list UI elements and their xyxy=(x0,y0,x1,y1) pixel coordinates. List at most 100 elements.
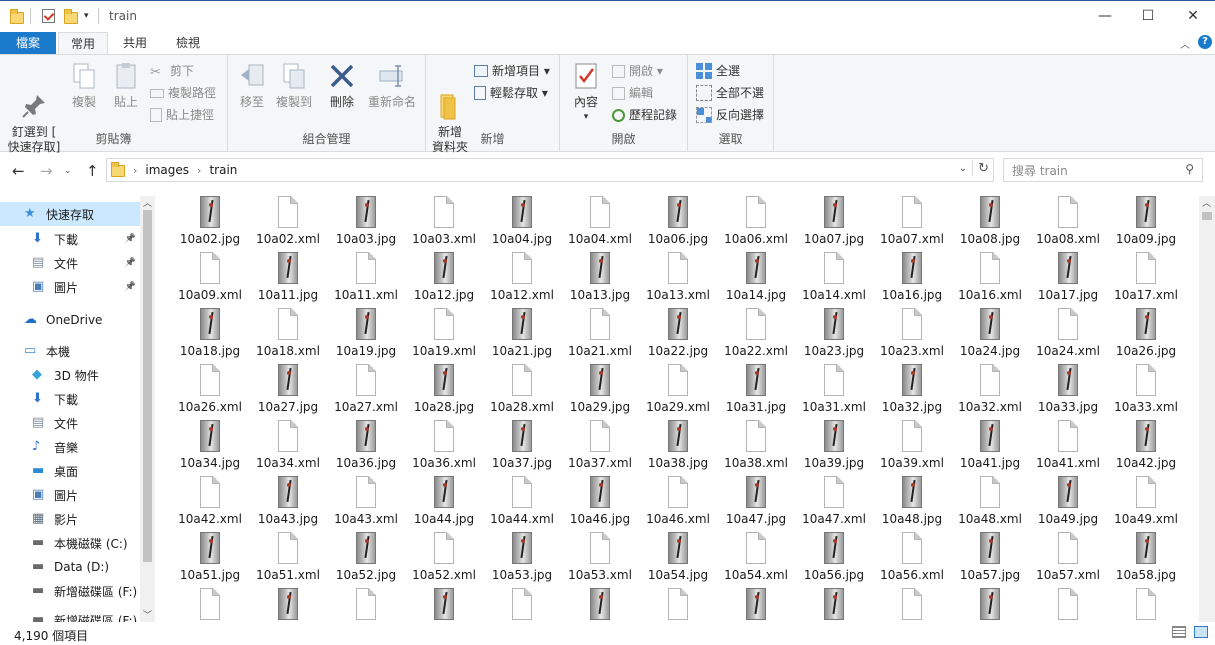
help-icon[interactable]: ? xyxy=(1198,35,1212,49)
file-item[interactable]: 10a04.jpg xyxy=(484,196,560,252)
file-item[interactable]: 10a39.jpg xyxy=(796,420,872,476)
file-scroll-thumb[interactable] xyxy=(1202,212,1212,220)
file-item[interactable]: 10a47.jpg xyxy=(718,476,794,532)
copy-to-button[interactable]: 複製到 xyxy=(274,61,314,110)
file-item[interactable] xyxy=(172,588,248,622)
file-item[interactable]: 10a26.xml xyxy=(172,364,248,420)
file-item[interactable]: 10a18.xml xyxy=(250,308,326,364)
file-item[interactable] xyxy=(952,588,1028,622)
file-item[interactable]: 10a03.xml xyxy=(406,196,482,252)
file-item[interactable]: 10a12.jpg xyxy=(406,252,482,308)
file-scrollbar[interactable]: ︿ xyxy=(1199,196,1215,622)
history-button[interactable]: 歷程記錄 xyxy=(612,105,677,125)
breadcrumb-train[interactable]: train xyxy=(209,163,237,177)
up-arrow-icon[interactable]: ↑ xyxy=(86,162,99,180)
file-item[interactable]: 10a13.jpg xyxy=(562,252,638,308)
file-item[interactable] xyxy=(406,588,482,622)
file-item[interactable]: 10a41.xml xyxy=(1030,420,1106,476)
sidebar-item[interactable]: ⬇ 下載 📌 xyxy=(0,227,140,251)
move-to-button[interactable]: 移至 xyxy=(234,61,270,110)
sidebar-item[interactable]: ▬ 本機磁碟 (C:) xyxy=(0,531,140,555)
paste-shortcut-button[interactable]: 貼上捷徑 xyxy=(150,105,214,125)
file-item[interactable]: 10a39.xml xyxy=(874,420,950,476)
copy-path-button[interactable]: 複製路徑 xyxy=(150,83,216,103)
sidebar-item[interactable]: ▬ 桌面 xyxy=(0,459,140,483)
sidebar-item[interactable]: ▣ 圖片 📌 xyxy=(0,275,140,299)
file-item[interactable]: 10a06.jpg xyxy=(640,196,716,252)
file-item[interactable]: 10a29.jpg xyxy=(562,364,638,420)
sidebar-item[interactable]: ▤ 文件 📌 xyxy=(0,251,140,275)
sidebar-item[interactable]: ▭ 本機 xyxy=(0,339,140,363)
file-item[interactable]: 10a26.jpg xyxy=(1108,308,1184,364)
file-item[interactable] xyxy=(874,588,950,622)
paste-button[interactable]: 貼上 xyxy=(106,61,146,110)
sidebar-item[interactable]: ★ 快速存取 xyxy=(0,202,140,226)
breadcrumb-images[interactable]: images xyxy=(145,163,189,177)
file-item[interactable]: 10a37.jpg xyxy=(484,420,560,476)
file-item[interactable]: 10a56.xml xyxy=(874,532,950,588)
file-item[interactable] xyxy=(718,588,794,622)
file-item[interactable]: 10a13.xml xyxy=(640,252,716,308)
file-item[interactable]: 10a31.xml xyxy=(796,364,872,420)
file-item[interactable]: 10a09.xml xyxy=(172,252,248,308)
file-item[interactable] xyxy=(562,588,638,622)
file-item[interactable] xyxy=(796,588,872,622)
file-item[interactable]: 10a54.jpg xyxy=(640,532,716,588)
delete-button[interactable]: 刪除 xyxy=(324,61,360,110)
file-item[interactable]: 10a11.xml xyxy=(328,252,404,308)
file-item[interactable]: 10a19.xml xyxy=(406,308,482,364)
sidebar-item[interactable]: ▬ Data (D:) xyxy=(0,555,140,579)
file-item[interactable]: 10a42.xml xyxy=(172,476,248,532)
file-item[interactable]: 10a46.xml xyxy=(640,476,716,532)
file-item[interactable]: 10a54.xml xyxy=(718,532,794,588)
file-item[interactable]: 10a58.jpg xyxy=(1108,532,1184,588)
file-item[interactable]: 10a21.jpg xyxy=(484,308,560,364)
file-item[interactable]: 10a43.jpg xyxy=(250,476,326,532)
nav-scroll-thumb[interactable] xyxy=(143,210,152,562)
file-item[interactable]: 10a08.jpg xyxy=(952,196,1028,252)
file-item[interactable]: 10a51.jpg xyxy=(172,532,248,588)
nav-scrollbar[interactable]: ︿ ﹀ xyxy=(140,196,155,622)
file-item[interactable]: 10a22.jpg xyxy=(640,308,716,364)
file-item[interactable]: 10a38.jpg xyxy=(640,420,716,476)
nav-scroll-up-icon[interactable]: ︿ xyxy=(143,196,152,209)
file-item[interactable] xyxy=(250,588,326,622)
sidebar-item[interactable]: ▦ 影片 xyxy=(0,507,140,531)
sidebar-item[interactable]: ♪ 音樂 xyxy=(0,435,140,459)
file-item[interactable]: 10a36.jpg xyxy=(328,420,404,476)
file-item[interactable]: 10a38.xml xyxy=(718,420,794,476)
file-item[interactable]: 10a07.xml xyxy=(874,196,950,252)
file-item[interactable]: 10a44.jpg xyxy=(406,476,482,532)
file-item[interactable]: 10a53.jpg xyxy=(484,532,560,588)
file-item[interactable]: 10a33.xml xyxy=(1108,364,1184,420)
copy-button[interactable]: 複製 xyxy=(64,61,104,110)
file-item[interactable]: 10a07.jpg xyxy=(796,196,872,252)
file-item[interactable]: 10a02.jpg xyxy=(172,196,248,252)
file-item[interactable]: 10a17.jpg xyxy=(1030,252,1106,308)
file-item[interactable]: 10a41.jpg xyxy=(952,420,1028,476)
file-item[interactable]: 10a33.jpg xyxy=(1030,364,1106,420)
sidebar-item[interactable]: ☁ OneDrive xyxy=(0,308,140,332)
large-icons-view-icon[interactable] xyxy=(1194,626,1208,638)
file-item[interactable]: 10a52.xml xyxy=(406,532,482,588)
sidebar-item[interactable]: ▬ 新增磁碟區 (F:) xyxy=(0,608,140,623)
select-none-button[interactable]: 全部不選 xyxy=(696,83,764,103)
collapse-ribbon-icon[interactable]: ︿ xyxy=(1180,36,1190,51)
file-item[interactable]: 10a43.xml xyxy=(328,476,404,532)
file-item[interactable]: 10a22.xml xyxy=(718,308,794,364)
file-item[interactable] xyxy=(640,588,716,622)
file-item[interactable]: 10a57.jpg xyxy=(952,532,1028,588)
sidebar-item[interactable]: ▤ 文件 xyxy=(0,411,140,435)
file-item[interactable]: 10a04.xml xyxy=(562,196,638,252)
file-item[interactable]: 10a48.xml xyxy=(952,476,1028,532)
address-dropdown-icon[interactable]: ⌄ xyxy=(959,163,967,174)
select-all-button[interactable]: 全選 xyxy=(696,61,740,81)
new-folder-quick-icon[interactable] xyxy=(64,7,78,25)
file-item[interactable]: 10a31.jpg xyxy=(718,364,794,420)
file-item[interactable]: 10a21.xml xyxy=(562,308,638,364)
file-item[interactable] xyxy=(328,588,404,622)
file-item[interactable]: 10a16.xml xyxy=(952,252,1028,308)
file-item[interactable]: 10a44.xml xyxy=(484,476,560,532)
address-bar[interactable]: › images › train ⌄ ↻ xyxy=(106,158,994,182)
file-item[interactable]: 10a42.jpg xyxy=(1108,420,1184,476)
